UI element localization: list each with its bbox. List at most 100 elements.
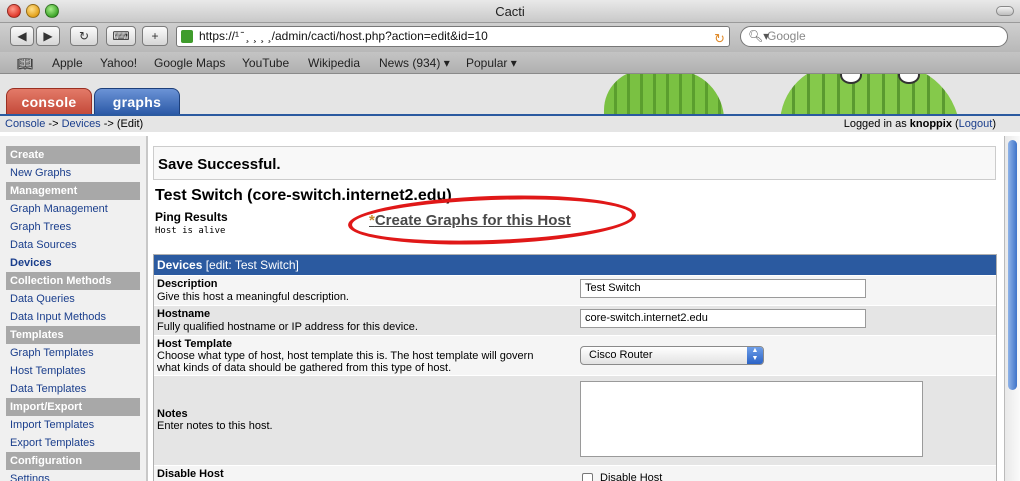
reload-button[interactable]: ↻ bbox=[70, 26, 98, 46]
breadcrumb-separator: -> bbox=[45, 118, 62, 130]
sidebar-item-graph-management[interactable]: Graph Management bbox=[6, 200, 140, 218]
scrollbar-thumb[interactable] bbox=[1008, 140, 1017, 390]
login-paren-close: ) bbox=[992, 118, 996, 130]
window-titlebar: Cacti bbox=[0, 0, 1020, 23]
sidebar-item-import-templates[interactable]: Import Templates bbox=[6, 416, 140, 434]
forward-button[interactable]: ▶ bbox=[36, 26, 60, 46]
create-graphs-label: Create Graphs for this Host bbox=[374, 212, 571, 229]
address-text: https://¹ ̄ ¸ ¸ ¸ ¸/admin/cacti/host.php… bbox=[199, 29, 488, 43]
tab-graphs[interactable]: graphs bbox=[94, 88, 180, 114]
sidebar-item-export-templates[interactable]: Export Templates bbox=[6, 434, 140, 452]
bookmark-news[interactable]: News (934) ▾ bbox=[379, 56, 450, 70]
logout-link[interactable]: Logout bbox=[959, 118, 993, 130]
address-bar[interactable]: https://¹ ̄ ¸ ¸ ¸ ¸/admin/cacti/host.php… bbox=[176, 26, 730, 47]
breadcrumb: Console -> Devices -> (Edit) bbox=[5, 116, 143, 132]
toolbar-toggle-button[interactable] bbox=[996, 6, 1014, 16]
disable-host-row: Disable Host Disable Host bbox=[154, 465, 996, 481]
select-arrows-icon: ▲ ▼ bbox=[747, 347, 763, 364]
tab-console[interactable]: console bbox=[6, 88, 92, 114]
description-label: Description bbox=[157, 278, 218, 290]
page-scrollbar[interactable] bbox=[1004, 136, 1020, 481]
notes-help: Enter notes to this host. bbox=[157, 420, 273, 432]
host-template-label: Host Template bbox=[157, 338, 232, 350]
sidebar-heading-templates: Templates bbox=[6, 326, 140, 344]
sidebar-item-data-sources[interactable]: Data Sources bbox=[6, 236, 140, 254]
sidebar-heading-collection-methods: Collection Methods bbox=[6, 272, 140, 290]
hostname-help: Fully qualified hostname or IP address f… bbox=[157, 321, 418, 333]
breadcrumb-current: -> (Edit) bbox=[100, 118, 144, 130]
browser-toolbar: ◀ ▶ ↻ ⌨ + https://¹ ̄ ¸ ¸ ¸ ¸/admin/cact… bbox=[0, 23, 1020, 52]
sidebar-heading-import-export: Import/Export bbox=[6, 398, 140, 416]
breadcrumb-devices-link[interactable]: Devices bbox=[62, 118, 101, 130]
description-row: Description Give this host a meaningful … bbox=[154, 275, 996, 305]
sidebar-item-data-queries[interactable]: Data Queries bbox=[6, 290, 140, 308]
hostname-input[interactable]: core-switch.internet2.edu bbox=[580, 309, 866, 328]
open-book-icon[interactable]: 📖︎ bbox=[17, 56, 34, 72]
ping-results-heading: Ping Results bbox=[155, 210, 228, 224]
host-template-row: Host Template Choose what type of host, … bbox=[154, 335, 996, 375]
sidebar-item-data-templates[interactable]: Data Templates bbox=[6, 380, 140, 398]
login-paren-open: ( bbox=[951, 118, 959, 130]
bookmark-apple[interactable]: Apple bbox=[52, 56, 83, 70]
sidebar-heading-configuration: Configuration bbox=[6, 452, 140, 470]
sidebar-heading-management: Management bbox=[6, 182, 140, 200]
snapback-button[interactable]: ⌨ bbox=[106, 26, 136, 46]
host-template-select[interactable]: Cisco Router ▲ ▼ bbox=[580, 346, 764, 365]
sidebar-item-new-graphs[interactable]: New Graphs bbox=[6, 164, 140, 182]
cactus-eye-icon bbox=[898, 74, 920, 84]
window-title: Cacti bbox=[495, 4, 525, 19]
sidebar-item-graph-templates[interactable]: Graph Templates bbox=[6, 344, 140, 362]
save-message: Save Successful. bbox=[158, 156, 281, 173]
devices-edit-panel: Devices [edit: Test Switch] Description … bbox=[153, 254, 997, 481]
description-input[interactable]: Test Switch bbox=[580, 279, 866, 298]
sidebar-item-host-templates[interactable]: Host Templates bbox=[6, 362, 140, 380]
bookmark-wikipedia[interactable]: Wikipedia bbox=[308, 56, 360, 70]
add-bookmark-button[interactable]: + bbox=[142, 26, 168, 46]
bookmarks-bar: 📖︎ Apple Yahoo! Google Maps YouTube Wiki… bbox=[0, 52, 1020, 74]
search-icon: 🔍︎▾ bbox=[748, 29, 770, 43]
create-graphs-link[interactable]: *Create Graphs for this Host bbox=[369, 212, 571, 229]
breadcrumb-bar: Console -> Devices -> (Edit) Logged in a… bbox=[0, 114, 1020, 132]
sidebar-item-devices[interactable]: Devices bbox=[6, 254, 140, 272]
panel-subtitle: [edit: Test Switch] bbox=[202, 258, 299, 272]
save-message-box: Save Successful. bbox=[153, 146, 996, 180]
devices-panel-header: Devices [edit: Test Switch] bbox=[154, 255, 996, 275]
bookmark-youtube[interactable]: YouTube bbox=[242, 56, 289, 70]
disable-host-label: Disable Host bbox=[157, 468, 224, 480]
cactus-logo-image bbox=[604, 74, 724, 114]
breadcrumb-console-link[interactable]: Console bbox=[5, 118, 45, 130]
login-username: knoppix bbox=[909, 118, 952, 130]
sidebar-heading-create: Create bbox=[6, 146, 140, 164]
sidebar-item-settings[interactable]: Settings bbox=[6, 470, 140, 481]
bookmark-yahoo[interactable]: Yahoo! bbox=[100, 56, 137, 70]
bookmark-popular[interactable]: Popular ▾ bbox=[466, 56, 517, 70]
ping-results-text: Host is alive bbox=[155, 226, 226, 236]
search-placeholder: Google bbox=[767, 29, 806, 43]
host-template-help-2: what kinds of data should be gathered fr… bbox=[157, 362, 452, 374]
hostname-row: Hostname Fully qualified hostname or IP … bbox=[154, 305, 996, 335]
notes-row: Notes Enter notes to this host. bbox=[154, 375, 996, 465]
console-sidebar: Create New Graphs Management Graph Manag… bbox=[0, 136, 146, 481]
disable-host-checkbox-label[interactable]: Disable Host bbox=[600, 472, 662, 481]
description-help: Give this host a meaningful description. bbox=[157, 291, 349, 303]
disable-host-checkbox[interactable] bbox=[582, 473, 593, 481]
search-field[interactable]: 🔍︎▾ Google bbox=[740, 26, 1008, 47]
cactus-logo-image-2 bbox=[780, 74, 960, 114]
main-content: Save Successful. Test Switch (core-switc… bbox=[148, 136, 1004, 481]
refresh-icon[interactable]: ↻ bbox=[714, 29, 725, 46]
sidebar-item-data-input-methods[interactable]: Data Input Methods bbox=[6, 308, 140, 326]
notes-label: Notes bbox=[157, 408, 188, 420]
sidebar-item-graph-trees[interactable]: Graph Trees bbox=[6, 218, 140, 236]
site-favicon-icon bbox=[181, 30, 193, 43]
host-template-help: Choose what type of host, host template … bbox=[157, 350, 534, 362]
notes-textarea[interactable] bbox=[580, 381, 923, 457]
login-prefix: Logged in as bbox=[843, 118, 910, 130]
cactus-eye-icon bbox=[840, 74, 862, 84]
page-title: Test Switch (core-switch.internet2.edu) bbox=[155, 187, 452, 204]
bookmark-google-maps[interactable]: Google Maps bbox=[154, 56, 225, 70]
back-button[interactable]: ◀ bbox=[10, 26, 34, 46]
login-status: Logged in as knoppix (Logout) bbox=[844, 116, 996, 132]
host-template-value: Cisco Router bbox=[589, 349, 653, 361]
panel-title: Devices bbox=[157, 258, 203, 272]
cacti-header: console graphs bbox=[0, 74, 1020, 114]
